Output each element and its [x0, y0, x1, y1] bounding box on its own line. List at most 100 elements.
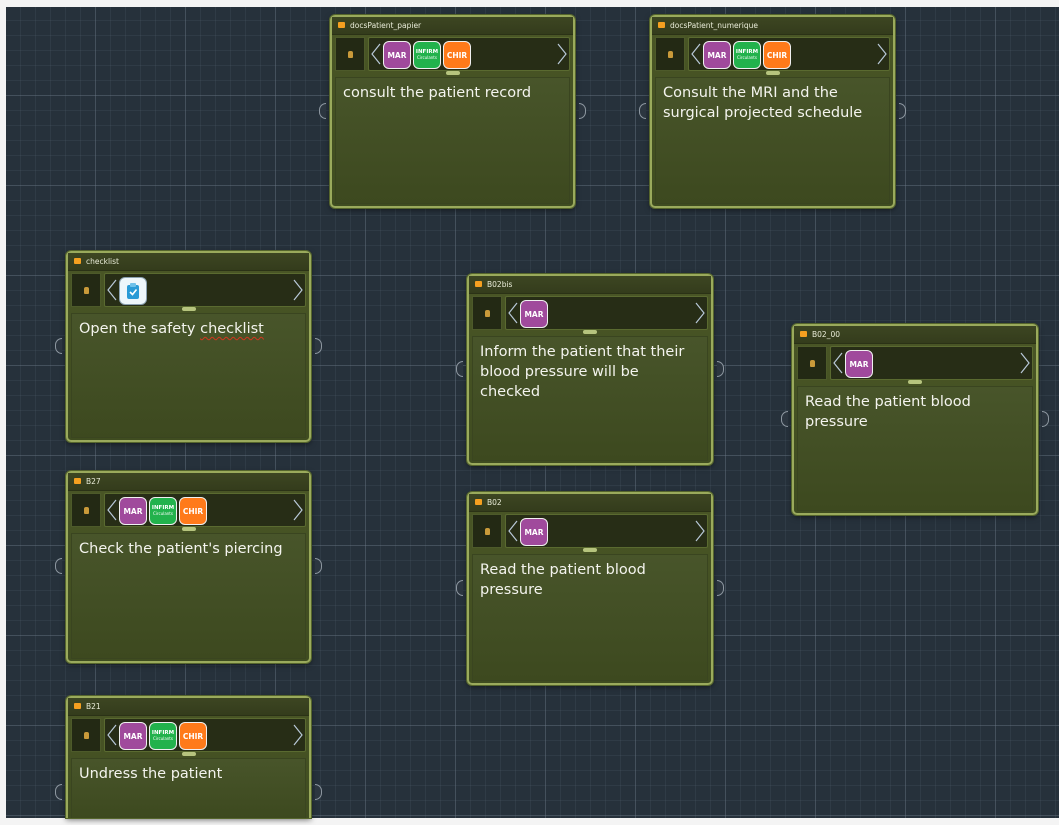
node-header[interactable]: B02bis	[469, 276, 711, 294]
badge-mar[interactable]: MAR	[520, 300, 548, 328]
scroll-left-icon[interactable]	[107, 499, 117, 521]
lamp-icon	[667, 50, 673, 58]
node-b02-00[interactable]: B02_00 MAR Read the patient blood pressu…	[792, 324, 1038, 515]
resize-handle[interactable]	[181, 752, 196, 756]
actor-toggle-button[interactable]	[335, 37, 365, 71]
badge-mar[interactable]: MAR	[119, 497, 147, 525]
node-text[interactable]: consult the patient record	[335, 77, 570, 204]
actor-bar	[71, 273, 306, 311]
node-docs-patient-numerique[interactable]: docsPatient_numerique MAR INFIRM Circulan…	[650, 15, 895, 208]
badge-mar[interactable]: MAR	[703, 41, 731, 69]
canvas-bottom-edge	[0, 818, 1059, 825]
scroll-right-icon[interactable]	[293, 499, 303, 521]
badge-mar[interactable]: MAR	[383, 41, 411, 69]
node-title: B02	[487, 498, 502, 507]
badge-chir[interactable]: CHIR	[443, 41, 471, 69]
scroll-left-icon[interactable]	[107, 724, 117, 746]
lamp-icon	[809, 359, 815, 367]
badge-infirm[interactable]: INFIRM Circulants	[149, 722, 177, 750]
node-b27[interactable]: B27 MAR INFIRM Circulants CHIR Check the …	[66, 471, 311, 663]
node-text[interactable]: Undress the patient	[71, 758, 306, 818]
scroll-right-icon[interactable]	[695, 520, 705, 542]
actor-strip: MAR	[830, 346, 1033, 380]
node-text[interactable]: Read the patient blood pressure	[797, 386, 1033, 511]
node-header[interactable]: B27	[68, 473, 309, 491]
lamp-icon	[484, 527, 490, 535]
node-header[interactable]: B02_00	[794, 326, 1036, 344]
input-port[interactable]	[55, 784, 62, 800]
scroll-right-icon[interactable]	[293, 279, 303, 301]
scroll-left-icon[interactable]	[107, 279, 117, 301]
node-title: B21	[86, 702, 101, 711]
actor-toggle-button[interactable]	[71, 718, 101, 752]
node-title: docsPatient_papier	[350, 21, 422, 30]
input-port[interactable]	[456, 580, 463, 596]
badge-mar[interactable]: MAR	[845, 350, 873, 378]
checklist-icon[interactable]	[119, 277, 147, 305]
scroll-right-icon[interactable]	[557, 43, 567, 65]
scroll-right-icon[interactable]	[293, 724, 303, 746]
node-text[interactable]: Read the patient blood pressure	[472, 554, 708, 681]
badge-infirm[interactable]: INFIRM Circulants	[733, 41, 761, 69]
canvas-left-edge	[0, 0, 6, 825]
resize-handle[interactable]	[181, 527, 196, 531]
input-port[interactable]	[319, 103, 326, 119]
actor-toggle-button[interactable]	[71, 273, 101, 307]
badge-chir[interactable]: CHIR	[763, 41, 791, 69]
badge-infirm[interactable]: INFIRM Circulants	[413, 41, 441, 69]
node-text[interactable]: Consult the MRI and the surgical project…	[655, 77, 890, 204]
resize-handle[interactable]	[765, 71, 780, 75]
lamp-icon	[347, 50, 353, 58]
input-port[interactable]	[639, 103, 646, 119]
scroll-left-icon[interactable]	[833, 352, 843, 374]
actor-toggle-button[interactable]	[71, 493, 101, 527]
node-header[interactable]: B21	[68, 698, 309, 716]
node-header[interactable]: B02	[469, 494, 711, 512]
actor-badges	[119, 277, 147, 305]
scroll-left-icon[interactable]	[508, 302, 518, 324]
node-docs-patient-papier[interactable]: docsPatient_papier MAR INFIRM Circulants …	[330, 15, 575, 208]
actor-badges: MAR INFIRM Circulants CHIR	[383, 41, 471, 69]
node-b02bis[interactable]: B02bis MAR Inform the patient that their…	[467, 274, 713, 465]
badge-infirm[interactable]: INFIRM Circulants	[149, 497, 177, 525]
actor-badges: MAR INFIRM Circulants CHIR	[119, 722, 207, 750]
scroll-left-icon[interactable]	[508, 520, 518, 542]
actor-toggle-button[interactable]	[797, 346, 827, 380]
input-port[interactable]	[781, 411, 788, 427]
node-text[interactable]: Check the patient's piercing	[71, 533, 306, 659]
node-header[interactable]: docsPatient_papier	[332, 17, 573, 35]
node-text[interactable]: Open the safety checklist	[71, 313, 306, 438]
input-port[interactable]	[456, 361, 463, 377]
canvas-top-edge	[0, 0, 1059, 7]
badge-chir[interactable]: CHIR	[179, 497, 207, 525]
input-port[interactable]	[55, 558, 62, 574]
resize-handle[interactable]	[583, 330, 597, 334]
badge-chir[interactable]: CHIR	[179, 722, 207, 750]
scroll-left-icon[interactable]	[691, 43, 701, 65]
actor-strip: MAR	[505, 514, 708, 548]
actor-toggle-button[interactable]	[472, 296, 502, 330]
badge-mar[interactable]: MAR	[520, 518, 548, 546]
node-b02[interactable]: B02 MAR Read the patient blood pressure	[467, 492, 713, 685]
resize-handle[interactable]	[583, 548, 597, 552]
node-b21[interactable]: B21 MAR INFIRM Circulants CHIR Undress th…	[66, 696, 311, 818]
node-header[interactable]: docsPatient_numerique	[652, 17, 893, 35]
node-marker-icon	[74, 478, 81, 484]
lamp-icon	[484, 309, 490, 317]
scroll-right-icon[interactable]	[695, 302, 705, 324]
input-port[interactable]	[55, 338, 62, 354]
node-header[interactable]: checklist	[68, 253, 309, 271]
node-text[interactable]: Inform the patient that their blood pres…	[472, 336, 708, 461]
resize-handle[interactable]	[908, 380, 922, 384]
resize-handle[interactable]	[445, 71, 460, 75]
scroll-right-icon[interactable]	[877, 43, 887, 65]
scroll-right-icon[interactable]	[1020, 352, 1030, 374]
actor-toggle-button[interactable]	[655, 37, 685, 71]
node-text-content: Open the safety	[79, 321, 201, 337]
badge-mar[interactable]: MAR	[119, 722, 147, 750]
actor-badges: MAR INFIRM Circulants CHIR	[119, 497, 207, 525]
scroll-left-icon[interactable]	[371, 43, 381, 65]
actor-toggle-button[interactable]	[472, 514, 502, 548]
resize-handle[interactable]	[181, 307, 196, 311]
node-checklist[interactable]: checklist Open the safety checklist	[66, 251, 311, 442]
